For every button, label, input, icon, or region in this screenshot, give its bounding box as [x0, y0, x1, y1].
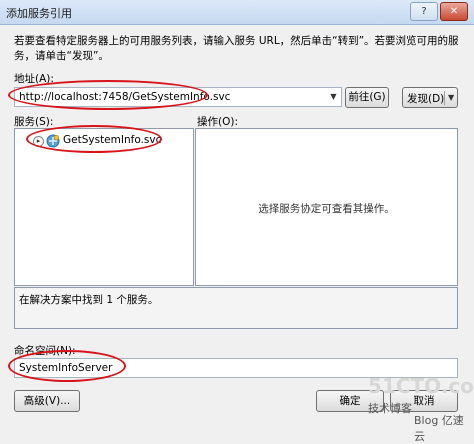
- services-label: 服务(S):: [14, 116, 54, 128]
- instructions-text: 若要查看特定服务器上的可用服务列表，请输入服务 URL，然后单击“转到”。若要浏…: [14, 35, 459, 62]
- close-button[interactable]: ✕: [440, 2, 468, 21]
- discover-button-label: 发现(D): [407, 93, 445, 105]
- advanced-button[interactable]: 高级(V)...: [14, 390, 80, 412]
- title-bar: 添加服务引用 ? ✕: [0, 0, 474, 25]
- operations-list[interactable]: 选择服务协定可查看其操作。: [195, 128, 458, 286]
- dropdown-arrow-icon[interactable]: ▼: [326, 88, 341, 106]
- highlight-ellipse-namespace: [8, 350, 126, 382]
- window-title: 添加服务引用: [6, 7, 72, 20]
- highlight-ellipse-address: [8, 80, 208, 110]
- operations-hint: 选择服务协定可查看其操作。: [258, 203, 395, 215]
- status-text: 在解决方案中找到 1 个服务。: [19, 294, 159, 306]
- highlight-ellipse-service: [26, 125, 162, 153]
- watermark-subtitle: 技术博客: [368, 402, 412, 415]
- watermark-logo: 51CTO.com: [368, 374, 474, 398]
- watermark: 51CTO.com 技术博客 Blog 亿速云: [368, 374, 474, 443]
- help-button[interactable]: ?: [410, 2, 438, 21]
- watermark-brand: Blog 亿速云: [414, 414, 464, 443]
- discover-button[interactable]: 发现(D) ▼: [402, 87, 458, 108]
- operations-label: 操作(O):: [197, 116, 238, 128]
- status-area: 在解决方案中找到 1 个服务。: [14, 287, 458, 329]
- split-divider: [444, 91, 445, 105]
- chevron-down-icon[interactable]: ▼: [448, 93, 454, 102]
- go-button[interactable]: 前往(G): [345, 87, 389, 108]
